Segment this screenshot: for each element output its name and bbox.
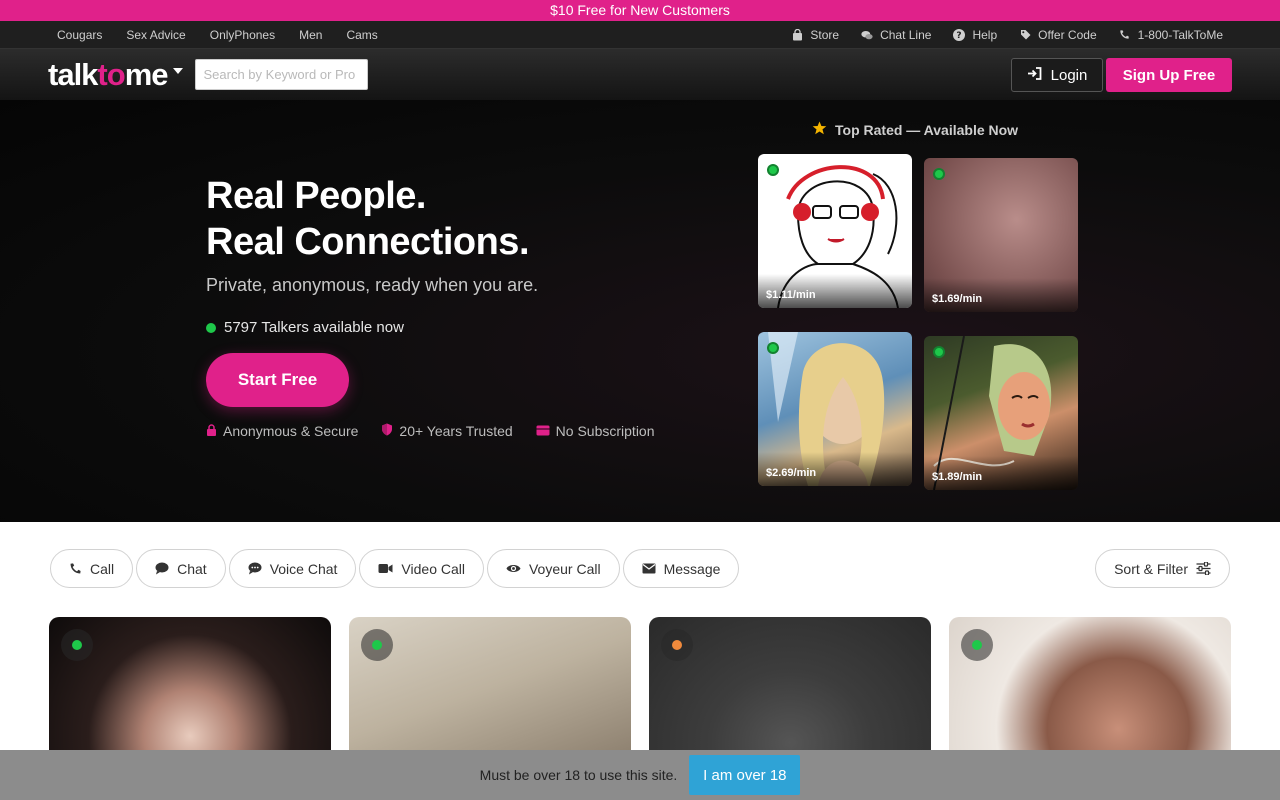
nav-link-sex-advice[interactable]: Sex Advice [126, 28, 185, 42]
utility-nav-right: Store Chat Line ? Help Offer Code 1-800-… [791, 28, 1223, 42]
signup-button[interactable]: Sign Up Free [1106, 58, 1232, 92]
profile-card[interactable] [649, 617, 931, 757]
status-indicator [961, 629, 993, 661]
svg-text:?: ? [957, 31, 962, 41]
top-rated-tile[interactable]: $1.11/min [758, 154, 912, 308]
online-status-icon [933, 346, 945, 358]
star-icon [812, 121, 827, 138]
nav-link-cougars[interactable]: Cougars [57, 28, 102, 42]
online-dot-icon [206, 322, 216, 333]
trust-badge-years: 20+ Years Trusted [381, 423, 513, 439]
envelope-icon [642, 563, 656, 574]
status-dot-icon [372, 640, 382, 650]
confirm-age-button[interactable]: I am over 18 [689, 755, 801, 795]
filter-chip-message[interactable]: Message [622, 549, 740, 588]
lock-icon [206, 423, 217, 439]
sort-filter-button[interactable]: Sort & Filter [1095, 549, 1230, 588]
nav-link-store[interactable]: Store [791, 28, 839, 42]
shield-icon [381, 423, 393, 439]
tile-price: $2.69/min [758, 452, 912, 486]
age-notice-text: Must be over 18 to use this site. [479, 767, 678, 783]
promo-text[interactable]: $10 Free for New Customers [550, 2, 730, 18]
filter-chip-chat[interactable]: Chat [136, 549, 226, 588]
tile-price: $1.69/min [924, 278, 1078, 312]
hero-headline: Real People. Real Connections. [206, 175, 530, 263]
status-dot-icon [672, 640, 682, 650]
tile-price: $1.89/min [924, 456, 1078, 490]
online-status-icon [767, 342, 779, 354]
profile-card[interactable] [49, 617, 331, 757]
top-rated-tile[interactable]: $2.69/min [758, 332, 912, 486]
credit-card-icon [536, 423, 550, 439]
filter-chip-voyeur-call[interactable]: Voyeur Call [486, 549, 620, 588]
hero-section: Real People. Real Connections. Private, … [0, 100, 1280, 522]
nav-link-offer-code-label: Offer Code [1038, 27, 1097, 42]
online-count-row: 5797 Talkers available now [206, 319, 404, 336]
top-rated-title: Top Rated — Available Now [812, 121, 1018, 138]
status-dot-icon [72, 640, 82, 650]
bag-icon [791, 28, 803, 41]
profile-card[interactable] [349, 617, 631, 757]
chat-bubble-icon [155, 562, 169, 575]
filter-chip-voice-chat[interactable]: Voice Chat [228, 549, 357, 588]
nav-link-chat-line-label: Chat Line [880, 27, 932, 42]
online-status-icon [933, 168, 945, 180]
main-header: talktome Login Sign Up Free [0, 49, 1280, 100]
nav-link-offer-code[interactable]: Offer Code [1019, 27, 1097, 42]
chevron-down-icon[interactable] [172, 67, 183, 74]
status-indicator [361, 629, 393, 661]
nav-link-cams[interactable]: Cams [346, 28, 377, 42]
status-indicator [61, 629, 93, 661]
utility-nav: Cougars Sex Advice OnlyPhones Men Cams S… [0, 21, 1280, 49]
online-count: 5797 [224, 319, 258, 336]
top-rated-tile[interactable]: $1.69/min [924, 158, 1078, 312]
online-count-suffix: Talkers available now [261, 319, 404, 336]
header-actions: Login Sign Up Free [1011, 58, 1232, 92]
utility-nav-left: Cougars Sex Advice OnlyPhones Men Cams [57, 28, 378, 42]
trust-badge-anonymous: Anonymous & Secure [206, 423, 358, 439]
promo-banner[interactable]: $10 Free for New Customers [0, 0, 1280, 21]
contact-type-filters: Call Chat Voice Chat Video Call Voyeur C… [50, 549, 740, 588]
status-dot-icon [972, 640, 982, 650]
phone-icon [1119, 29, 1131, 41]
question-circle-icon: ? [953, 28, 966, 41]
login-label: Login [1050, 66, 1088, 84]
online-status-icon [767, 164, 779, 176]
video-camera-icon [378, 563, 393, 574]
nav-link-help[interactable]: ? Help [953, 28, 997, 42]
nav-link-chat-line[interactable]: Chat Line [861, 28, 931, 42]
nav-link-phone-label: 1-800-TalkToMe [1137, 27, 1223, 42]
nav-link-store-label: Store [810, 27, 840, 42]
sign-in-icon [1027, 66, 1042, 84]
start-free-button[interactable]: Start Free [206, 353, 349, 407]
chat-bubbles-icon [861, 29, 873, 41]
filter-chip-video-call[interactable]: Video Call [359, 549, 484, 588]
top-rated-tile[interactable]: $1.89/min [924, 336, 1078, 490]
nav-link-onlyphones[interactable]: OnlyPhones [210, 28, 275, 42]
trust-badges: Anonymous & Secure 20+ Years Trusted No … [206, 423, 655, 439]
filter-chip-call[interactable]: Call [50, 549, 134, 588]
hero-subheading: Private, anonymous, ready when you are. [206, 275, 539, 295]
voice-chat-icon [248, 562, 262, 575]
nav-link-phone[interactable]: 1-800-TalkToMe [1119, 28, 1223, 42]
tile-price: $1.11/min [758, 274, 912, 308]
phone-icon [69, 562, 82, 575]
tag-icon [1019, 29, 1031, 41]
profile-card[interactable] [949, 617, 1231, 757]
talktome-logo[interactable]: talk to me [48, 57, 183, 93]
login-button[interactable]: Login [1011, 58, 1103, 92]
nav-link-men[interactable]: Men [299, 28, 322, 42]
age-verification-bar: Must be over 18 to use this site. I am o… [0, 750, 1280, 800]
status-indicator [661, 629, 693, 661]
search-input[interactable] [194, 59, 368, 90]
sliders-icon [1196, 562, 1211, 575]
trust-badge-no-subscription: No Subscription [536, 423, 655, 439]
eye-icon [506, 563, 521, 574]
nav-link-help-label: Help [972, 27, 998, 42]
